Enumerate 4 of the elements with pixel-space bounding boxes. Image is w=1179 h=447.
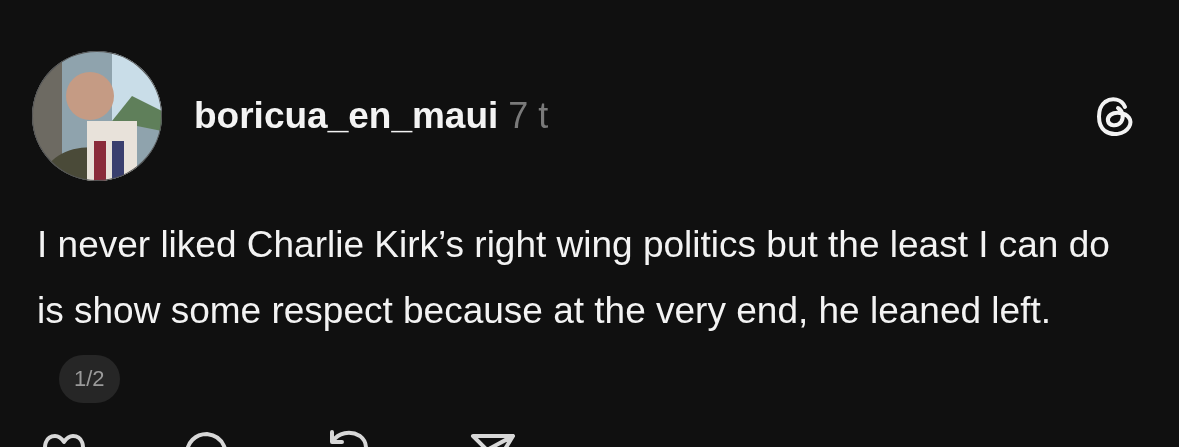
page-indicator: 1/2 — [59, 355, 120, 404]
post-text: I never liked Charlie Kirk’s right wing politics but the least I can do is show some respect because at the very end, he leaned left. — [37, 224, 1110, 331]
post-time: 7 t — [508, 95, 549, 137]
username[interactable]: boricua_en_maui — [194, 95, 499, 137]
